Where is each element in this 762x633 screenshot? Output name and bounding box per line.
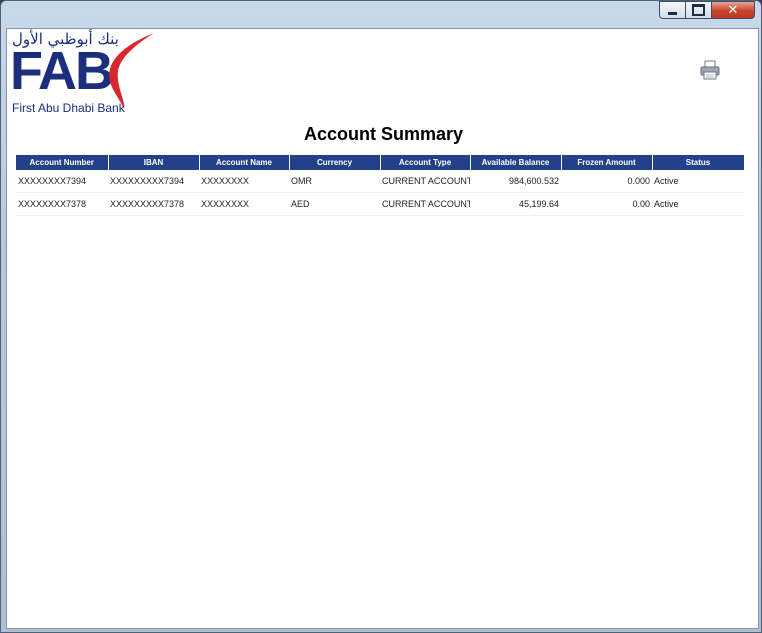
account-number-cell[interactable]: XXXXXXXX7394 — [16, 170, 108, 193]
minimize-icon — [668, 11, 677, 15]
close-button[interactable]: ✕ — [711, 1, 755, 19]
maximize-button[interactable] — [685, 1, 711, 19]
account-type-cell: CURRENT ACCOUNT — [380, 170, 470, 193]
account-summary-table: Account Number IBAN Account Name Currenc… — [16, 155, 745, 216]
maximize-icon — [692, 4, 705, 16]
column-header[interactable]: Status — [652, 155, 745, 170]
column-header[interactable]: Currency — [289, 155, 381, 170]
logo-bank-name: First Abu Dhabi Bank — [12, 101, 125, 115]
available-balance-cell: 984,600.532 — [470, 170, 561, 193]
column-header[interactable]: Available Balance — [470, 155, 562, 170]
column-header[interactable]: Account Name — [199, 155, 290, 170]
bank-logo: بنك أبوظبي الأول FAB First Abu Dhabi Ban… — [10, 29, 160, 119]
table-row[interactable]: XXXXXXXX7378 XXXXXXXXX7378 XXXXXXXX AED … — [16, 192, 744, 216]
print-button[interactable] — [700, 60, 720, 80]
account-type-cell: CURRENT ACCOUNT — [380, 192, 470, 216]
close-icon: ✕ — [727, 2, 739, 17]
iban-cell: XXXXXXXXX7378 — [108, 192, 199, 216]
printer-icon — [700, 60, 720, 80]
account-name-cell: XXXXXXXX — [199, 192, 289, 216]
column-header[interactable]: Frozen Amount — [561, 155, 653, 170]
available-balance-cell: 45,199.64 — [470, 192, 561, 216]
table-row[interactable]: XXXXXXXX7394 XXXXXXXXX7394 XXXXXXXX OMR … — [16, 170, 744, 193]
column-header[interactable]: Account Type — [380, 155, 471, 170]
account-name-cell: XXXXXXXX — [199, 170, 289, 193]
logo-swoosh-icon — [109, 33, 154, 109]
frozen-amount-cell: 0.000 — [561, 170, 652, 193]
currency-cell: AED — [289, 192, 380, 216]
account-number-cell[interactable]: XXXXXXXX7378 — [16, 192, 108, 216]
column-header[interactable]: Account Number — [16, 155, 109, 170]
status-cell: Active — [652, 192, 744, 216]
minimize-button[interactable] — [659, 1, 685, 19]
window-controls: ✕ — [659, 1, 755, 19]
page-title: Account Summary — [303, 124, 464, 144]
currency-cell: OMR — [289, 170, 380, 193]
logo-wordmark: FAB — [10, 41, 114, 101]
app-window: ✕ بنك أبوظبي الأول FAB First Abu Dhabi B… — [0, 0, 762, 633]
title-bar[interactable]: ✕ — [1, 1, 761, 27]
table-header-row: Account Number IBAN Account Name Currenc… — [16, 155, 745, 170]
page-content: بنك أبوظبي الأول FAB First Abu Dhabi Ban… — [6, 28, 759, 629]
frozen-amount-cell: 0.00 — [561, 192, 652, 216]
column-header[interactable]: IBAN — [108, 155, 200, 170]
iban-cell: XXXXXXXXX7394 — [108, 170, 199, 193]
status-cell: Active — [652, 170, 744, 193]
